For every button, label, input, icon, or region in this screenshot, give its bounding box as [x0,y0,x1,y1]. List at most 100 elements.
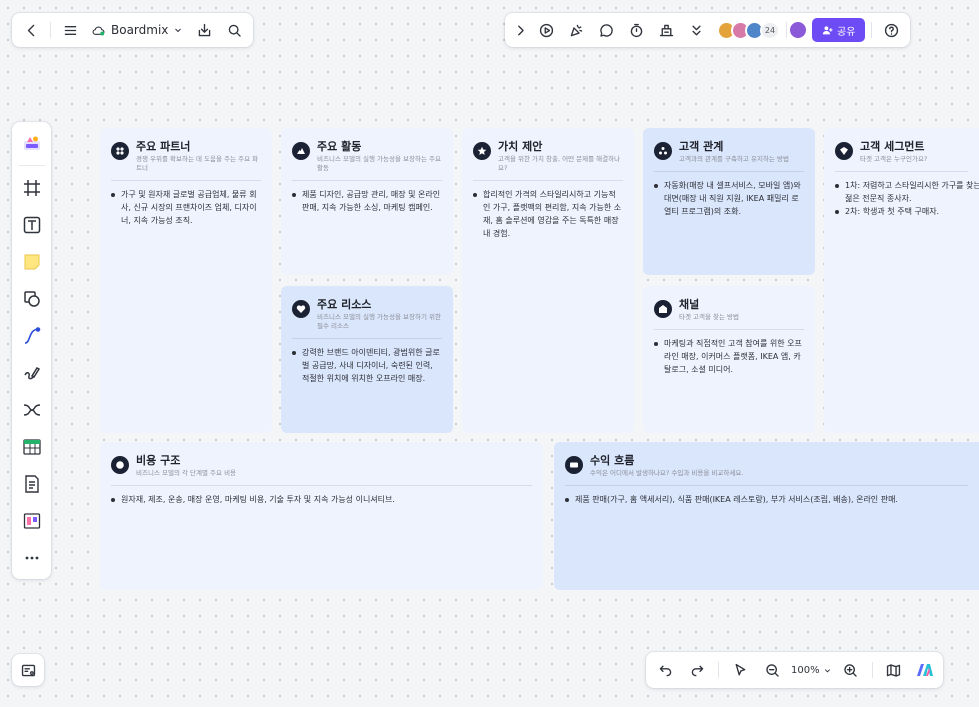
cloud-icon [92,26,105,35]
collaborator-avatars[interactable]: 24 [717,20,780,40]
board-name-dropdown[interactable]: Boardmix [87,23,187,38]
help-icon[interactable] [878,17,904,43]
card-key-resources[interactable]: 주요 리소스비즈니스 모델의 실행 가능성을 보장하기 위한 필수 리소스 강력… [281,286,453,433]
zoom-level-dropdown[interactable]: 100% [791,665,832,676]
card-bullet: 자동화(매장 내 셀프서비스, 모바일 앱)와 대면(매장 내 직원 지원, I… [654,179,804,218]
card-bullet: 마케팅과 직접적인 고객 참여를 위한 오프라인 매장, 이커머스 플랫폼, I… [654,337,804,376]
card-divider [292,180,442,181]
card-title: 수익 흐름 [590,454,635,467]
left-tool-panel [12,122,51,579]
card-divider [565,485,968,486]
search-icon[interactable] [221,17,247,43]
card-subtitle: 수익은 어디에서 발생하나요? 수입과 비용을 비교하세요. [590,469,744,477]
sticky-note-icon[interactable] [17,247,47,277]
mind-map-icon[interactable] [17,395,47,425]
card-subtitle: 경쟁 우위를 확보하는 데 도움을 주는 주요 파트너 [136,155,259,172]
card-bullet: 1차: 저렴하고 스타일리시한 가구를 찾는 중산층 가정과 젊은 전문직 종사… [835,179,979,205]
share-label: 공유 [837,26,856,38]
vote-icon[interactable] [653,17,679,43]
frame-icon[interactable] [17,173,47,203]
more-tools-icon[interactable] [683,17,709,43]
kanban-icon[interactable] [17,506,47,536]
zoom-controls: 100% [646,652,943,688]
ai-assistant-icon[interactable] [913,658,937,682]
revenue-icon [565,456,583,474]
toolbar-divider [871,662,873,678]
map-icon[interactable] [881,657,907,683]
card-channels[interactable]: 채널 타겟 고객을 찾는 방법 마케팅과 직접적인 고객 참여를 위한 오프라인 … [643,286,815,433]
card-divider [111,180,261,181]
toolbar-divider [18,165,45,166]
card-subtitle: 타겟 고객은 누구인가요? [860,155,928,163]
share-button[interactable]: 공유 [812,18,866,42]
cost-icon [111,456,129,474]
shape-icon[interactable] [17,284,47,314]
card-subtitle: 비즈니스 모델의 실행 가능성을 보장하기 위한 필수 리소스 [317,313,441,330]
card-customer-relationships[interactable]: 고객 관계 고객과의 관계를 구축하고 유지하는 방법 자동화(매장 내 셀프서비… [643,128,815,275]
current-user-avatar[interactable] [788,20,808,40]
card-title: 주요 활동 [317,140,362,153]
card-bullet: 합리적인 가격의 스타일리시하고 기능적인 가구, 플랫팩의 편리함, 지속 가… [473,188,623,240]
comment-icon[interactable] [593,17,619,43]
present-icon[interactable] [533,17,559,43]
card-divider [654,329,804,330]
card-value-proposition[interactable]: 가치 제안 고객을 위한 가치 창출, 어떤 문제를 해결하나요? 합리적인 가격… [462,128,634,433]
channel-icon [654,300,672,318]
toolbar-divider [786,22,787,38]
card-title: 주요 리소스 [317,298,372,311]
card-subtitle: 타겟 고객을 찾는 방법 [679,313,740,321]
card-subtitle: 비즈니스 모델의 각 단계별 주요 비용 [136,469,237,477]
card-customer-segments[interactable]: 고객 세그먼트 타겟 고객은 누구인가요? 1차: 저렴하고 스타일리시한 가구를… [824,128,979,433]
activities-icon [292,142,310,160]
card-revenue-streams[interactable]: 수익 흐름 수익은 어디에서 발생하나요? 수입과 비용을 비교하세요. 제품 판… [554,442,979,590]
card-bullet: 가구 및 원자재 글로벌 공급업체, 물류 회사, 신규 시장의 프랜차이즈 업… [111,188,261,227]
pointer-icon[interactable] [727,657,753,683]
redo-icon[interactable] [684,657,710,683]
card-key-activities[interactable]: 주요 활동 비즈니스 모델의 실행 가능성을 보장하는 주요 활동 제품 디자인,… [281,128,453,275]
avatar-count-badge: 24 [760,20,780,40]
template-icon[interactable] [17,128,47,158]
celebrate-icon[interactable] [563,17,589,43]
star-icon [473,142,491,160]
minimap-button[interactable] [12,654,44,686]
card-divider [654,171,804,172]
timer-icon[interactable] [623,17,649,43]
connector-icon[interactable] [17,321,47,351]
toolbar-divider [50,22,51,38]
card-divider [473,180,623,181]
card-subtitle: 고객을 위한 가치 창출, 어떤 문제를 해결하나요? [498,155,621,172]
minimap-icon [15,657,41,683]
card-divider [292,338,442,339]
card-divider [835,171,968,172]
user-plus-icon [822,25,833,34]
relationship-icon [654,142,672,160]
card-bullet: 제품 디자인, 공급망 관리, 매장 및 온라인 판매, 지속 가능한 소싱, … [292,188,442,214]
menu-icon[interactable] [57,17,83,43]
pen-icon[interactable] [17,358,47,388]
top-left-toolbar: Boardmix [12,13,254,47]
card-bullet: 원자재, 제조, 운송, 매장 운영, 마케팅 비용, 기술 투자 및 지속 가… [111,493,532,506]
card-subtitle: 고객과의 관계를 구축하고 유지하는 방법 [679,155,789,163]
download-icon[interactable] [191,17,217,43]
card-bullet: 강력한 브랜드 아이덴티티, 광범위한 글로벌 공급망, 사내 디자이너, 숙련… [292,346,442,385]
card-divider [111,485,532,486]
document-icon[interactable] [17,469,47,499]
table-icon[interactable] [17,432,47,462]
back-icon[interactable] [18,17,44,43]
app-name: Boardmix [111,23,169,37]
chevron-down-icon [175,28,182,33]
card-bullet: 2차: 학생과 첫 주택 구매자. [835,205,979,218]
top-right-toolbar: 24 공유 [505,13,911,47]
card-cost-structure[interactable]: 비용 구조 비즈니스 모델의 각 단계별 주요 비용 원자재, 제조, 운송, 매… [100,442,543,590]
segment-icon [835,142,853,160]
zoom-in-icon[interactable] [838,657,864,683]
card-key-partners[interactable]: 주요 파트너경쟁 우위를 확보하는 데 도움을 주는 주요 파트너 가구 및 원… [100,128,272,433]
expand-toolbar-icon[interactable] [511,17,529,43]
more-icon[interactable] [17,543,47,573]
card-title: 주요 파트너 [136,140,191,153]
zoom-out-icon[interactable] [759,657,785,683]
undo-icon[interactable] [652,657,678,683]
text-icon[interactable] [17,210,47,240]
toolbar-divider [871,22,873,38]
toolbar-divider [718,662,719,678]
